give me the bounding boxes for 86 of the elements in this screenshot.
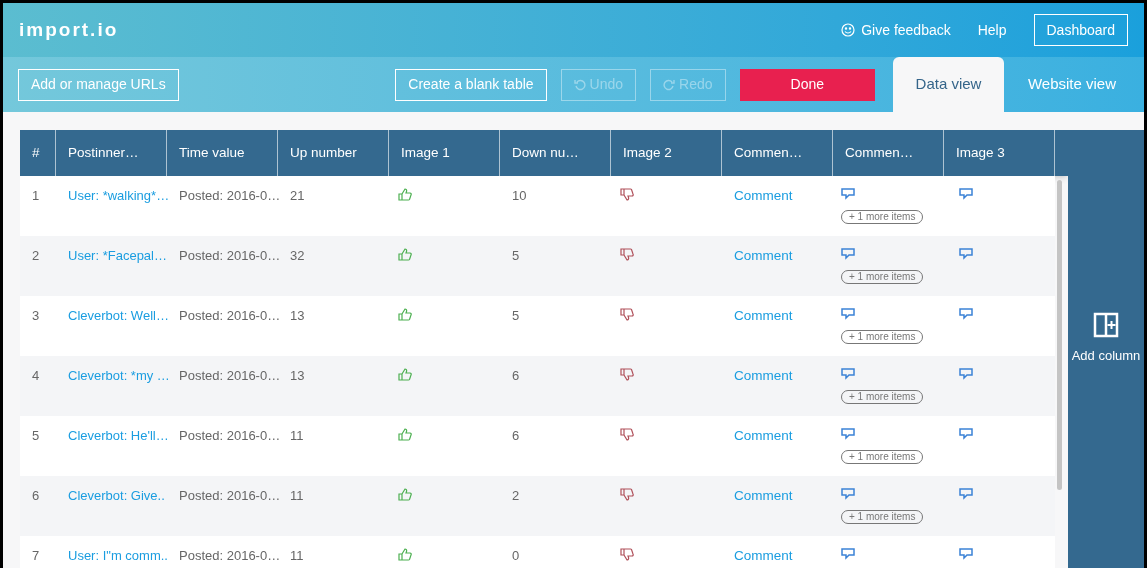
speech-bubble-icon: [841, 488, 855, 500]
speech-bubble-icon: [841, 548, 855, 560]
comment-link[interactable]: Comment: [734, 368, 793, 383]
row-number: 7: [32, 548, 40, 563]
add-column-label: Add column: [1071, 347, 1141, 366]
speech-bubble-icon: [841, 308, 855, 320]
comment-link[interactable]: Comment: [734, 188, 793, 203]
thumbs-up-icon: [398, 188, 412, 201]
thumbs-up-icon: [398, 548, 412, 561]
down-number-cell: 10: [512, 188, 527, 203]
thumbs-up-icon: [398, 428, 412, 441]
down-number-cell: 2: [512, 488, 520, 503]
time-cell: Posted: 2016-0…: [179, 368, 281, 383]
down-number-cell: 5: [512, 248, 520, 263]
down-number-cell: 6: [512, 368, 520, 383]
thumbs-down-icon: [620, 248, 634, 261]
down-number-cell: 0: [512, 548, 520, 563]
dashboard-button[interactable]: Dashboard: [1033, 14, 1128, 46]
thumbs-down-icon: [620, 428, 634, 441]
down-number-cell: 6: [512, 428, 520, 443]
time-cell: Posted: 2016-0…: [179, 548, 281, 563]
post-link[interactable]: User: *walking*…: [68, 188, 170, 203]
view-tab[interactable]: Website view: [1004, 57, 1140, 112]
row-number: 6: [32, 488, 40, 503]
speech-bubble-icon: [959, 428, 973, 440]
feedback-link[interactable]: Give feedback: [841, 19, 951, 41]
time-cell: Posted: 2016-0…: [179, 428, 281, 443]
time-cell: Posted: 2016-0…: [179, 308, 281, 323]
thumbs-up-icon: [398, 248, 412, 261]
speech-bubble-icon: [959, 488, 973, 500]
up-number-cell: 13: [290, 368, 305, 383]
speech-bubble-icon: [959, 368, 973, 380]
thumbs-up-icon: [398, 488, 412, 501]
speech-bubble-icon: [841, 188, 855, 200]
thumbs-up-icon: [398, 368, 412, 381]
time-cell: Posted: 2016-0…: [179, 488, 281, 503]
thumbs-up-icon: [398, 308, 412, 321]
comment-link[interactable]: Comment: [734, 548, 793, 563]
smiley-icon: [841, 23, 856, 37]
up-number-cell: 11: [290, 548, 304, 563]
speech-bubble-icon: [841, 428, 855, 440]
post-link[interactable]: User: *Facepal…: [68, 248, 167, 263]
up-number-cell: 21: [290, 188, 305, 203]
up-number-cell: 13: [290, 308, 305, 323]
thumbs-down-icon: [620, 188, 634, 201]
row-number: 1: [32, 188, 40, 203]
speech-bubble-icon: [959, 308, 973, 320]
row-number: 2: [32, 248, 40, 263]
post-link[interactable]: Cleverbot: *my …: [68, 368, 170, 383]
toolbar-button[interactable]: Add or manage URLs: [18, 68, 179, 101]
redo-icon: [663, 78, 676, 91]
undo-icon: [573, 78, 586, 91]
thumbs-down-icon: [620, 548, 634, 561]
post-link[interactable]: Cleverbot: Well…: [68, 308, 169, 323]
help-link[interactable]: Help: [977, 19, 1007, 41]
comment-link[interactable]: Comment: [734, 488, 793, 503]
comment-link[interactable]: Comment: [734, 308, 793, 323]
thumbs-down-icon: [620, 488, 634, 501]
scrollbar[interactable]: [1057, 180, 1062, 490]
thumbs-down-icon: [620, 368, 634, 381]
comment-link[interactable]: Comment: [734, 428, 793, 443]
post-link[interactable]: User: I"m comm..: [68, 548, 168, 563]
row-number: 3: [32, 308, 40, 323]
row-number: 5: [32, 428, 40, 443]
row-number: 4: [32, 368, 40, 383]
done-button[interactable]: Done: [739, 68, 875, 101]
time-cell: Posted: 2016-0…: [179, 188, 281, 203]
up-number-cell: 11: [290, 428, 304, 443]
comment-link[interactable]: Comment: [734, 248, 793, 263]
up-number-cell: 32: [290, 248, 305, 263]
post-link[interactable]: Cleverbot: He'll…: [68, 428, 169, 443]
speech-bubble-icon: [841, 368, 855, 380]
time-cell: Posted: 2016-0…: [179, 248, 281, 263]
up-number-cell: 11: [290, 488, 304, 503]
post-link[interactable]: Cleverbot: Give..: [68, 488, 165, 503]
add-column-icon: [1093, 312, 1119, 339]
speech-bubble-icon: [841, 248, 855, 260]
logo[interactable]: import.io: [19, 15, 119, 45]
speech-bubble-icon: [959, 548, 973, 560]
toolbar-button[interactable]: Create a blank table: [395, 68, 547, 101]
add-column-panel[interactable]: Add column: [1068, 130, 1144, 568]
speech-bubble-icon: [959, 248, 973, 260]
thumbs-down-icon: [620, 308, 634, 321]
down-number-cell: 5: [512, 308, 520, 323]
view-tab[interactable]: Data view: [893, 57, 1004, 112]
speech-bubble-icon: [959, 188, 973, 200]
